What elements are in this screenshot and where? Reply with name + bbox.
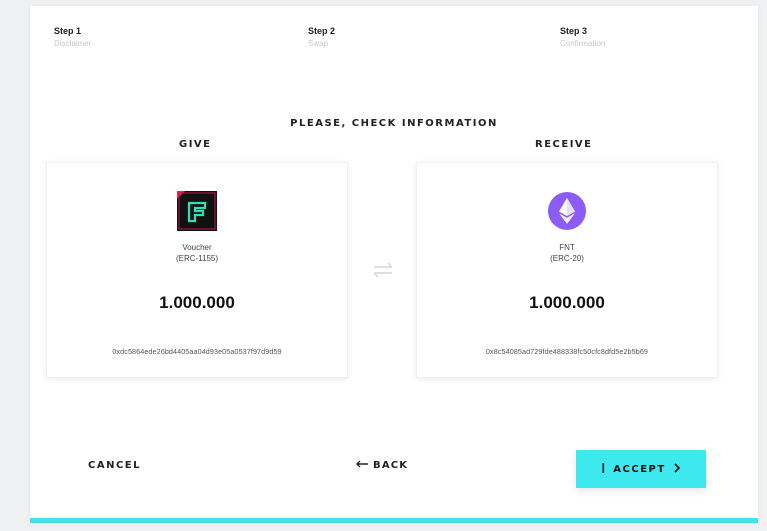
receive-address: 0x8c54085ad729fde488338fc50cfc8dfd5e2b5b… <box>485 347 649 356</box>
back-button-label: BACK <box>373 460 409 471</box>
step-subtitle: Swap <box>308 39 329 48</box>
give-token-name: Voucher <box>182 243 212 252</box>
give-amount: 1.000.000 <box>159 293 235 312</box>
bottom-accent-bar <box>30 518 758 523</box>
swap-confirmation-card: Step 1 Disclaimer Step 2 Swap Step 3 Con… <box>30 6 758 520</box>
receive-panel: FNT (ERC-20) 1.000.000 0x8c54085ad729fde… <box>416 162 718 378</box>
arrow-left-icon <box>355 460 369 471</box>
step-title: Step 1 <box>54 26 82 36</box>
give-panel: Voucher (ERC-1155) 1.000.000 0xdc5864ede… <box>46 162 348 378</box>
receive-label: RECEIVE <box>535 139 593 150</box>
ethereum-icon <box>547 191 587 231</box>
back-button[interactable]: BACK <box>355 460 408 471</box>
accept-button-label: ACCEPT <box>613 463 666 475</box>
step-subtitle: Confirmation <box>560 39 606 48</box>
cancel-button[interactable]: CANCEL <box>88 460 141 471</box>
stepper: Step 1 Disclaimer Step 2 Swap Step 3 Con… <box>30 26 758 66</box>
give-label: GIVE <box>179 139 212 150</box>
receive-token-standard: (ERC-20) <box>550 254 584 263</box>
step-title: Step 2 <box>308 26 336 36</box>
receive-token-name: FNT <box>559 243 575 252</box>
accept-button[interactable]: ACCEPT <box>576 450 706 488</box>
step-subtitle: Disclaimer <box>54 39 92 48</box>
voucher-token-icon <box>177 191 217 231</box>
step-1: Step 1 Disclaimer <box>54 26 91 48</box>
accept-bracket-icon <box>602 462 605 476</box>
swap-arrows-icon <box>368 261 398 279</box>
give-address: 0xdc5864ede26bd4405aa04d93e05a0537f97d9d… <box>112 347 282 356</box>
step-3: Step 3 Confirmation <box>560 26 605 48</box>
receive-amount: 1.000.000 <box>529 293 605 312</box>
step-2: Step 2 Swap <box>308 26 335 48</box>
give-token-standard: (ERC-1155) <box>175 254 219 263</box>
step-title: Step 3 <box>560 26 588 36</box>
chevron-right-icon <box>674 462 680 476</box>
page-heading: PLEASE, CHECK INFORMATION <box>290 118 498 129</box>
